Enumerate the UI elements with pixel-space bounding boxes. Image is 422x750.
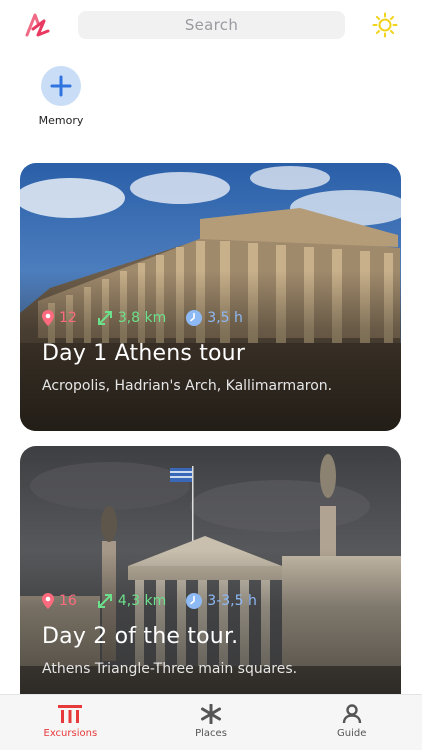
stat-distance: 4,3 km — [97, 593, 166, 609]
stat-distance: 3,8 km — [97, 310, 166, 326]
tour-subtitle: Athens Triangle-Three main squares. — [42, 661, 298, 677]
tab-places[interactable]: Places — [141, 695, 282, 750]
header: Search — [0, 0, 422, 50]
map-pin-icon — [42, 310, 54, 326]
stat-duration: 3,5 h — [186, 310, 243, 326]
tab-guide[interactable]: Guide — [281, 695, 422, 750]
distance-value: 3,8 km — [117, 310, 167, 326]
sun-icon[interactable] — [372, 12, 398, 38]
duration-value: 3,5 h — [207, 310, 243, 326]
duration-value: 3-3,5 h — [207, 593, 257, 609]
search-placeholder: Search — [184, 16, 239, 34]
map-pin-icon — [42, 593, 54, 609]
clock-icon — [186, 593, 203, 609]
places-count: 12 — [59, 310, 77, 326]
tab-excursions-label: Excursions — [43, 728, 98, 739]
diagonal-arrows-icon — [97, 594, 112, 608]
tab-places-label: Places — [195, 728, 227, 739]
columns-icon — [58, 705, 83, 723]
tour-subtitle: Acropolis, Hadrian's Arch, Kallimarmaron… — [42, 378, 333, 394]
clock-icon — [186, 310, 203, 326]
tour-stats: 16 4,3 km 3-3,5 h — [42, 593, 277, 609]
tour-card-day-2[interactable]: 16 4,3 km 3-3,5 h Day 2 of the tour. Ath… — [20, 446, 401, 706]
app-logo-icon[interactable] — [24, 11, 52, 39]
person-icon — [342, 704, 361, 724]
stat-duration: 3-3,5 h — [186, 593, 257, 609]
tour-title: Day 2 of the tour. — [42, 624, 239, 649]
stat-places: 12 — [42, 310, 77, 326]
tab-guide-label: Guide — [336, 728, 367, 739]
tour-title: Day 1 Athens tour — [42, 341, 246, 366]
memory-add-circle[interactable] — [41, 66, 81, 106]
search-input[interactable]: Search — [78, 11, 345, 39]
memory-button[interactable]: Memory — [34, 66, 88, 127]
asterisk-icon — [201, 704, 221, 724]
distance-value: 4,3 km — [117, 593, 167, 609]
tab-excursions[interactable]: Excursions — [0, 695, 141, 750]
stat-places: 16 — [42, 593, 77, 609]
tour-card-day-1[interactable]: 12 3,8 km 3,5 h Day 1 Athens tour Acropo… — [20, 163, 401, 431]
tour-stats: 12 3,8 km 3,5 h — [42, 310, 263, 326]
memory-label: Memory — [38, 114, 84, 127]
diagonal-arrows-icon — [97, 311, 112, 325]
plus-icon — [50, 75, 72, 97]
tab-bar: Excursions Places Guide — [0, 694, 422, 750]
app-screen: Search Memory 12 3,8 km 3,5 h Day 1 Athe… — [0, 0, 422, 750]
places-count: 16 — [59, 593, 77, 609]
